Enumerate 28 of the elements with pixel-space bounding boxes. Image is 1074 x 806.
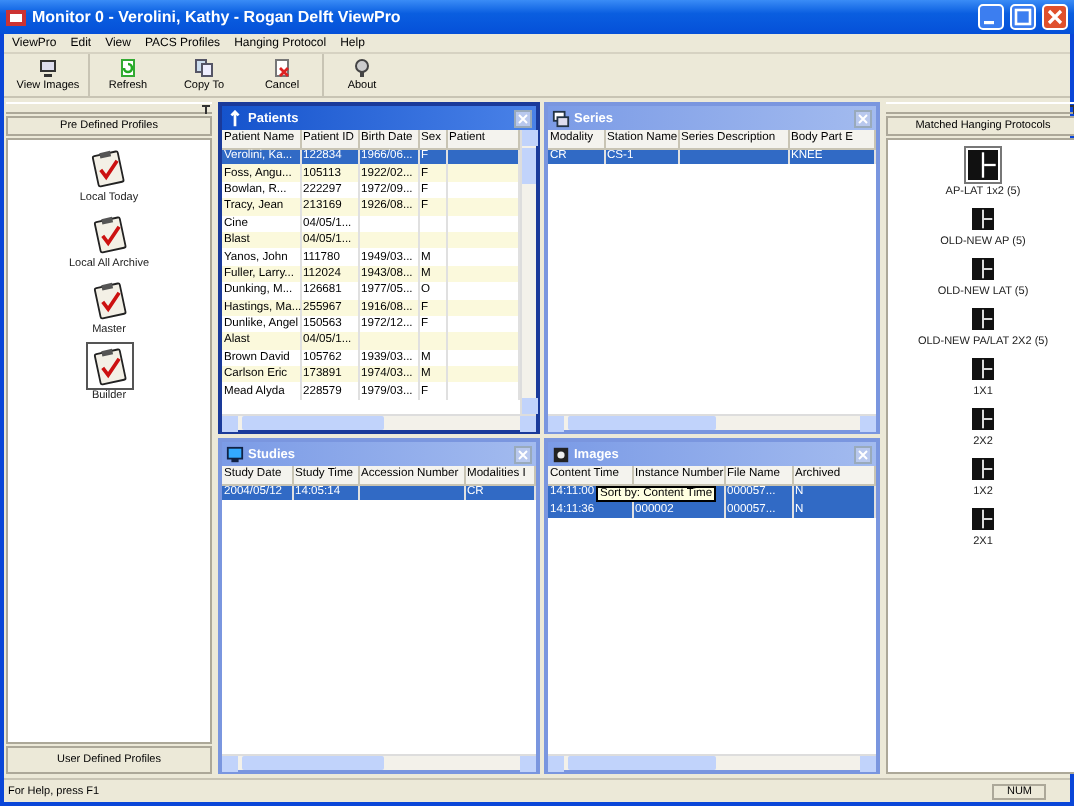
- clipboard-icon[interactable]: [87, 344, 131, 388]
- layout-icon[interactable]: [970, 206, 996, 232]
- horizontal-scrollbar[interactable]: [548, 754, 876, 770]
- image-icon: [552, 445, 570, 463]
- close-icon[interactable]: [514, 109, 532, 127]
- document-icon: [118, 58, 138, 78]
- layout-icon[interactable]: [970, 506, 996, 532]
- copy-icon: [194, 58, 214, 78]
- vertical-scrollbar[interactable]: [520, 130, 536, 414]
- horizontal-scrollbar[interactable]: [548, 414, 876, 430]
- layout-icon[interactable]: [970, 356, 996, 382]
- layout-icon[interactable]: [969, 306, 996, 332]
- maximize-icon[interactable]: [1010, 4, 1036, 30]
- monitor-icon: [226, 445, 244, 463]
- arrow-icon: [226, 109, 244, 127]
- monitor-icon: [38, 58, 58, 78]
- window-title: Monitor 0 - Verolini, Kathy - Rogan Delft ViewPro: [32, 8, 403, 26]
- layout-icon[interactable]: [970, 406, 996, 432]
- layout-icon[interactable]: [966, 148, 1000, 182]
- layout-icon[interactable]: [970, 256, 996, 282]
- app-icon: [6, 7, 26, 27]
- bulb-icon: [352, 58, 372, 78]
- window-icon: [552, 109, 570, 127]
- cancel-icon: [272, 58, 292, 78]
- horizontal-scrollbar[interactable]: [222, 414, 536, 430]
- minimize-icon[interactable]: [978, 4, 1004, 30]
- layout-icon[interactable]: [970, 456, 996, 482]
- horizontal-scrollbar[interactable]: [222, 754, 536, 770]
